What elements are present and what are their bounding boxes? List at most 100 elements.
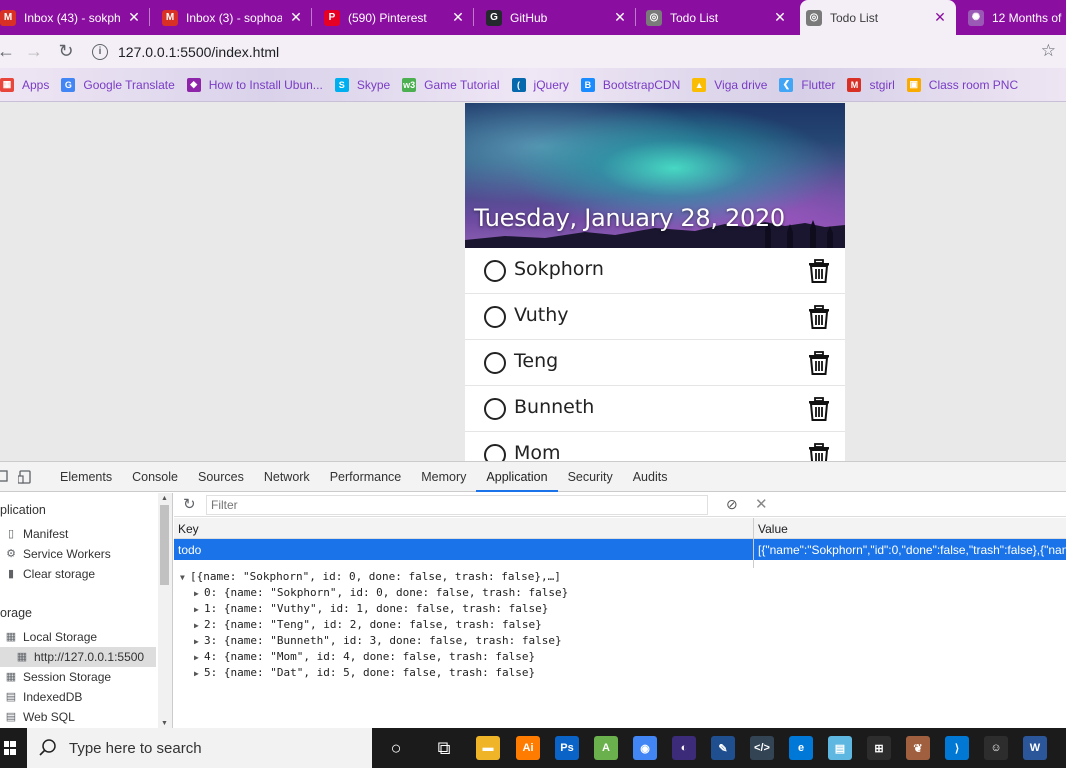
collapsed-triangle-icon[interactable]: ▶ [194,669,204,678]
chrome-icon[interactable]: ◉ [633,736,657,760]
tree-node[interactable]: ▶ 1: {name: "Vuthy", id: 1, done: false, … [194,602,548,618]
browser-tab[interactable]: M Inbox (43) - sokph ✕ [0,0,150,35]
bookmark-item[interactable]: ❮ Flutter [779,77,835,92]
bookmark-item[interactable]: ◆ How to Install Ubun... [186,77,323,92]
browser-tab[interactable]: P (590) Pinterest ✕ [318,0,474,35]
store-icon[interactable]: ⊞ [867,736,891,760]
files-icon[interactable]: ▤ [828,736,852,760]
collapsed-triangle-icon[interactable]: ▶ [194,621,204,630]
key-column-header[interactable]: Key [178,522,199,536]
collapsed-triangle-icon[interactable]: ▶ [194,653,204,662]
vscode-icon[interactable]: ⟩ [945,736,969,760]
devtools-tab-network[interactable]: Network [254,462,320,492]
photoshop-icon[interactable]: Ps [555,736,579,760]
bookmark-item[interactable]: G Google Translate [61,77,175,92]
row-key[interactable]: todo [178,543,201,557]
sidebar-item-service-workers[interactable]: ⚙ Service Workers [5,544,111,564]
bookmark-item[interactable]: S Skype [334,77,390,92]
browser-tab[interactable]: G GitHub ✕ [480,0,636,35]
tree-node[interactable]: ▶ 0: {name: "Sokphorn", id: 0, done: fals… [194,586,568,602]
devtools-tab-sources[interactable]: Sources [188,462,254,492]
search-placeholder[interactable]: Type here to search [69,740,202,757]
devtools-tab-security[interactable]: Security [558,462,623,492]
bookmark-item[interactable]: ▲ Viga drive [692,77,767,92]
close-tab-icon[interactable]: ✕ [450,9,466,26]
back-icon[interactable]: ← [0,38,20,66]
bookmark-star-icon[interactable]: ☆ [1041,41,1056,61]
emoji-icon[interactable]: ☺ [984,736,1008,760]
file-explorer-icon[interactable]: ▬ [476,736,500,760]
trash-icon[interactable] [808,443,830,461]
scrollbar-thumb[interactable] [160,505,169,585]
tree-node[interactable]: ▶ 4: {name: "Mom", id: 4, done: false, tr… [194,650,535,666]
collapsed-triangle-icon[interactable]: ▶ [194,605,204,614]
edge-icon[interactable]: e [789,736,813,760]
code-editor-icon[interactable]: </> [750,736,774,760]
app-icon[interactable]: ✎ [711,736,735,760]
sidebar-item-manifest[interactable]: ▯ Manifest [5,524,68,544]
checkbox-circle-icon[interactable] [484,352,506,374]
forward-icon[interactable]: → [20,38,48,66]
close-tab-icon[interactable]: ✕ [772,9,788,26]
bookmark-item[interactable]: Mstgirl [847,77,895,92]
checkbox-circle-icon[interactable] [484,260,506,282]
device-toolbar-icon[interactable] [14,466,36,488]
scroll-down-icon[interactable]: ▼ [161,720,168,727]
trash-icon[interactable] [808,305,830,329]
close-tab-icon[interactable]: ✕ [288,9,304,26]
tree-node[interactable]: ▶ 3: {name: "Bunneth", id: 3, done: false… [194,634,562,650]
devtools-tab-application[interactable]: Application [476,462,558,492]
filter-input[interactable] [206,495,708,515]
row-value[interactable]: [{"name":"Sokphorn","id":0,"done":false,… [758,543,1066,557]
browser-tab[interactable]: ◎ Todo List ✕ [640,0,796,35]
collapsed-triangle-icon[interactable]: ▶ [194,589,204,598]
devtools-tab-console[interactable]: Console [122,462,188,492]
tree-node[interactable]: ▶ 2: {name: "Teng", id: 2, done: false, t… [194,618,542,634]
bookmark-item[interactable]: B BootstrapCDN [580,77,680,92]
checkbox-circle-icon[interactable] [484,398,506,420]
tree-node[interactable]: ▶ 5: {name: "Dat", id: 5, done: false, tr… [194,666,535,682]
tree-root[interactable]: ▼ [{name: "Sokphorn", id: 0, done: false,… [180,570,561,586]
value-column-header[interactable]: Value [758,522,788,536]
clear-all-icon[interactable]: ⊘ [726,496,738,513]
url-text[interactable]: 127.0.0.1:5500/index.html [118,44,279,60]
bookmark-item[interactable]: ▣ Class room PNC [906,77,1018,92]
word-icon[interactable]: W [1023,736,1047,760]
close-tab-icon[interactable]: ✕ [612,9,628,26]
sidebar-item-local-storage-origin[interactable]: ▦ http://127.0.0.1:5500 [0,647,156,667]
site-info-icon[interactable]: i [92,43,108,60]
bookmark-item[interactable]: ▦ Apps [0,77,49,92]
taskbar-search[interactable]: Type here to search [27,728,372,768]
bookmark-item[interactable]: (jQuery [511,77,569,92]
devtools-tab-memory[interactable]: Memory [411,462,476,492]
inspect-element-icon[interactable] [0,466,14,488]
trash-icon[interactable] [808,351,830,375]
sidebar-item-web-sql[interactable]: ▤ Web SQL [5,707,75,727]
sidebar-scrollbar[interactable]: ▲ ▼ [158,493,172,729]
browser-tab[interactable]: ✺ 12 Months of [962,0,1066,35]
devtools-tab-audits[interactable]: Audits [623,462,678,492]
close-tab-icon[interactable]: ✕ [126,9,142,26]
task-view-icon[interactable]: ⧉ [432,736,456,760]
trash-icon[interactable] [808,259,830,283]
eclipse-icon[interactable]: ◐ [672,736,696,760]
address-bar[interactable]: i 127.0.0.1:5500/index.html [92,38,1042,65]
sidebar-item-indexeddb[interactable]: ▤ IndexedDB [5,687,83,707]
checkbox-circle-icon[interactable] [484,444,506,461]
sidebar-item-local-storage[interactable]: ▦ Local Storage [5,627,97,647]
expanded-triangle-icon[interactable]: ▼ [180,573,190,582]
checkbox-circle-icon[interactable] [484,306,506,328]
cortana-icon[interactable]: ○ [384,736,408,760]
reload-icon[interactable]: ↻ [52,38,80,66]
illustrator-icon[interactable]: Ai [516,736,540,760]
column-divider[interactable] [753,518,754,560]
table-row[interactable]: todo [{"name":"Sokphorn","id":0,"done":f… [174,539,1066,560]
bookmark-item[interactable]: w3 Game Tutorial [402,77,500,92]
devtools-tab-performance[interactable]: Performance [320,462,412,492]
android-studio-icon[interactable]: A [594,736,618,760]
delete-selected-icon[interactable]: ✕ [755,495,768,513]
close-tab-icon[interactable]: ✕ [932,9,948,26]
scroll-up-icon[interactable]: ▲ [161,495,168,502]
collapsed-triangle-icon[interactable]: ▶ [194,637,204,646]
sidebar-item-session-storage[interactable]: ▦ Session Storage [5,667,111,687]
